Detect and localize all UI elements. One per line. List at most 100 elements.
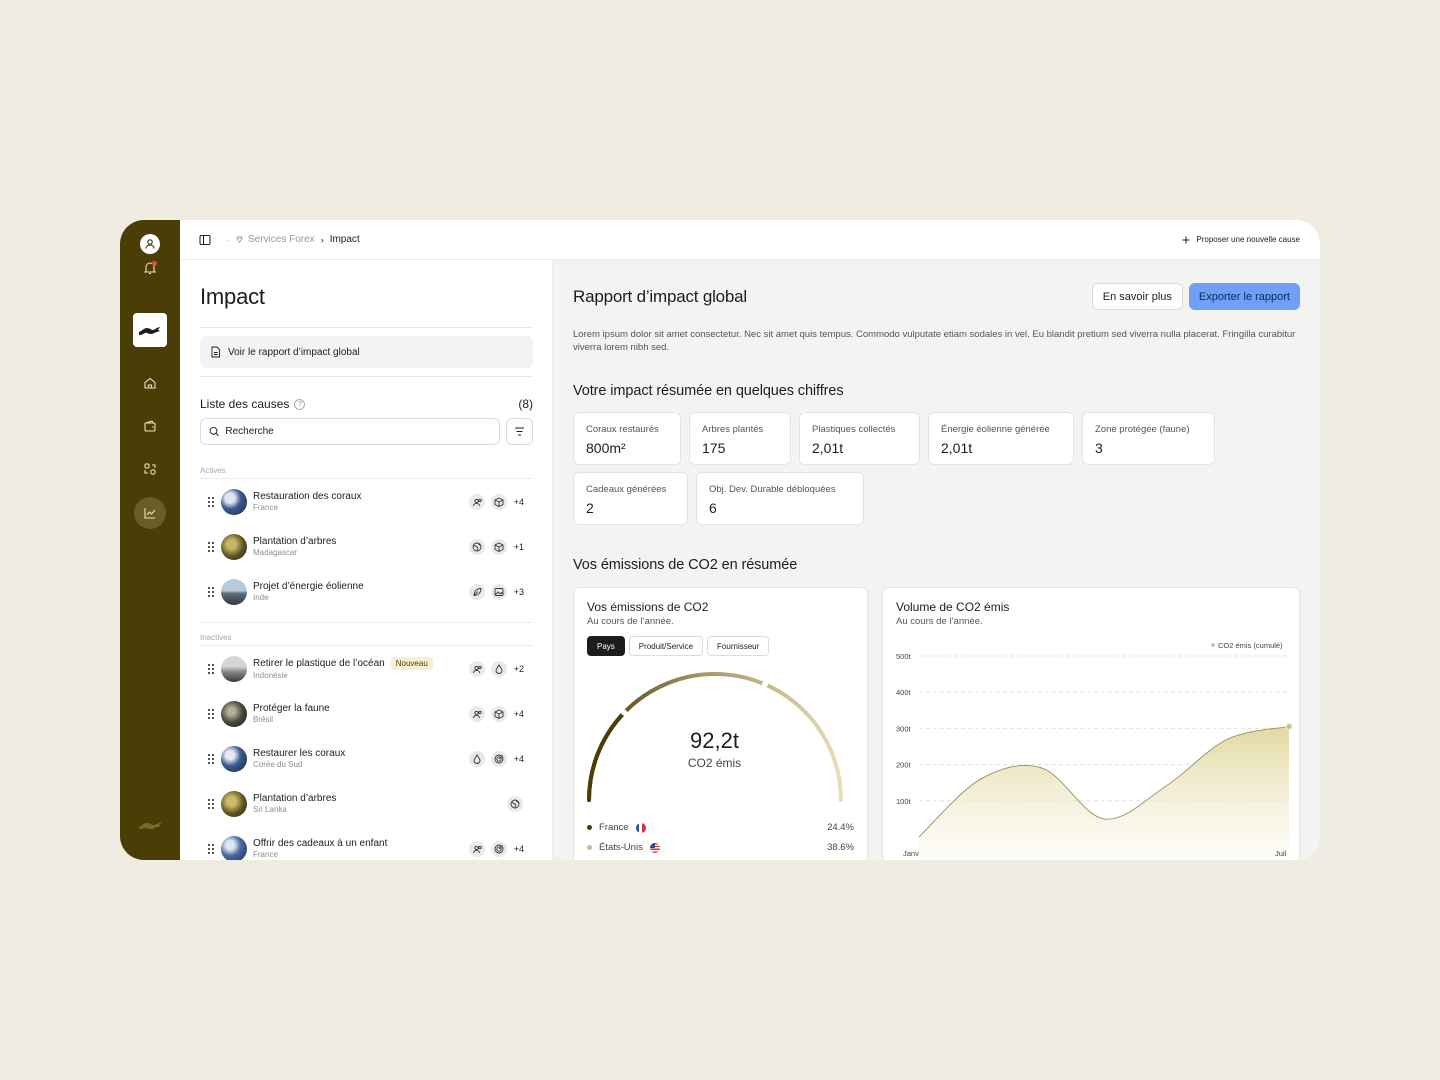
app-window: · Services Forex › Impact Proposer une n… <box>120 220 1320 860</box>
topbar: · Services Forex › Impact Proposer une n… <box>180 220 1320 260</box>
wallet-icon[interactable] <box>134 410 166 442</box>
emissions-title: Vos émissions de CO2 en résumée <box>573 557 798 573</box>
tab-produit-service[interactable]: Produit/Service <box>628 636 704 656</box>
help-icon[interactable]: ? <box>294 398 306 410</box>
y-tick-label: 200t <box>896 761 912 770</box>
stat-card: Arbres plantés 175 <box>689 412 791 465</box>
tags-more-count: +4 <box>513 843 524 854</box>
drag-handle-icon[interactable] <box>207 753 215 765</box>
cause-thumbnail <box>221 790 247 817</box>
area-fill <box>919 726 1289 857</box>
cause-name-row: Projet d’énergie éolienne <box>253 581 364 592</box>
cube-icon <box>489 537 508 556</box>
stat-label: Coraux restaurés <box>586 424 659 435</box>
learn-more-button[interactable]: En savoir plus <box>1091 283 1183 310</box>
report-header: Rapport d’impact global En savoir plus E… <box>573 283 1300 310</box>
cause-list-item[interactable]: Offrir des cadeaux à un enfant France +4 <box>200 826 533 860</box>
cause-name: Retirer le plastique de l’océan <box>253 658 385 669</box>
exchange-icon[interactable] <box>134 453 166 485</box>
propose-cause-label: Proposer une nouvelle cause <box>1196 235 1300 244</box>
tags-more-count: +1 <box>513 541 524 552</box>
legend-label: CO2 émis (cumulé) <box>1218 641 1283 650</box>
drag-handle-icon[interactable] <box>207 798 215 810</box>
filter-button[interactable] <box>506 418 533 445</box>
target-icon <box>489 839 508 858</box>
people-icon <box>467 704 486 723</box>
cause-name-row: Restaurer les coraux <box>253 748 345 759</box>
divider <box>200 622 533 623</box>
breadcrumb-org[interactable]: Services Forex <box>235 234 315 245</box>
cause-name: Projet d’énergie éolienne <box>253 581 364 592</box>
area-chart-card: Volume de CO2 émis Au cours de l’année. … <box>882 587 1300 860</box>
stats-grid: Coraux restaurés 800m² Arbres plantés 175… <box>573 412 1273 525</box>
inactive-group-label: Inactives <box>200 633 232 642</box>
cause-tags: +1 <box>467 537 524 556</box>
y-tick-label: 400t <box>896 688 912 697</box>
cause-name: Offrir des cadeaux à un enfant <box>253 838 388 849</box>
people-icon <box>467 839 486 858</box>
stat-label: Énergie éolienne générée <box>941 424 1050 435</box>
stat-card: Cadeaux générées 2 <box>573 472 688 525</box>
sidebar-rail <box>120 220 180 860</box>
analytics-icon[interactable] <box>134 497 166 529</box>
cause-list-item[interactable]: Retirer le plastique de l’océan Nouveau … <box>200 646 533 691</box>
main-area: · Services Forex › Impact Proposer une n… <box>180 220 1320 860</box>
brand-logo[interactable] <box>133 313 167 347</box>
cause-list-item[interactable]: Projet d’énergie éolienne Inde +3 <box>200 569 533 614</box>
cause-name: Restaurer les coraux <box>253 748 346 759</box>
cause-location: Indonésie <box>253 671 288 680</box>
cause-text: Plantation d’arbres Madagascar <box>253 536 336 557</box>
user-icon[interactable] <box>140 234 160 254</box>
tab-fournisseur[interactable]: Fournisseur <box>707 636 770 656</box>
tab-pays[interactable]: Pays <box>587 636 625 656</box>
legend-bullet <box>587 845 592 850</box>
cause-list-item[interactable]: Restauration des coraux France +4 <box>200 479 533 524</box>
drag-handle-icon[interactable] <box>207 843 215 855</box>
sidebar-toggle-icon[interactable] <box>198 233 212 247</box>
x-tick-label: Juil <box>1275 849 1287 858</box>
home-icon[interactable] <box>134 367 166 399</box>
diamond-icon <box>236 235 243 244</box>
cause-list-item[interactable]: Protéger la faune Brésil +4 <box>200 691 533 736</box>
bird-logo-icon <box>136 816 164 834</box>
stat-value: 6 <box>709 500 717 516</box>
gauge-card: Vos émissions de CO2 Au cours de l’année… <box>573 587 868 860</box>
globe-icon <box>506 794 524 813</box>
plus-icon <box>1182 236 1190 243</box>
cause-thumbnail <box>221 700 247 727</box>
cause-text: Offrir des cadeaux à un enfant France <box>253 838 387 859</box>
data-point[interactable] <box>1285 722 1293 731</box>
legend-country: États-Unis <box>599 842 643 853</box>
cause-list-item[interactable]: Plantation d’arbres Sri Lanka <box>200 781 533 826</box>
chevron-right-icon: › <box>320 234 324 245</box>
propose-cause-button[interactable]: Proposer une nouvelle cause <box>1182 235 1300 244</box>
drag-handle-icon[interactable] <box>207 708 215 720</box>
tags-more-count: +4 <box>513 708 524 719</box>
cause-list-item[interactable]: Plantation d’arbres Madagascar +1 <box>200 524 533 569</box>
cause-name-row: Plantation d’arbres <box>253 793 336 804</box>
cause-list-item[interactable]: Restaurer les coraux Corée du Sud +4 <box>200 736 533 781</box>
drop-icon <box>489 659 508 678</box>
bell-icon[interactable] <box>142 260 158 276</box>
cause-name-row: Offrir des cadeaux à un enfant <box>253 838 387 849</box>
legend-percentage: 24.4% <box>827 822 854 833</box>
search-icon <box>209 426 219 437</box>
gauge-legend-row: États-Unis 38.6% <box>587 842 854 853</box>
search-input[interactable] <box>225 426 491 437</box>
view-global-report-button[interactable]: Voir le rapport d’impact global <box>200 336 533 368</box>
cause-location: France <box>253 503 278 512</box>
drag-handle-icon[interactable] <box>207 541 215 553</box>
drag-handle-icon[interactable] <box>207 586 215 598</box>
stat-card: Énergie éolienne générée 2,01t <box>928 412 1074 465</box>
cause-tags: +4 <box>467 839 524 858</box>
cause-name: Restauration des coraux <box>253 491 362 502</box>
drag-handle-icon[interactable] <box>207 496 215 508</box>
cause-location: Sri Lanka <box>253 805 287 814</box>
stat-label: Arbres plantés <box>702 424 764 435</box>
cause-thumbnail <box>221 488 247 515</box>
export-report-button[interactable]: Exporter le rapport <box>1188 283 1300 310</box>
drag-handle-icon[interactable] <box>207 663 215 675</box>
y-tick-label: 100t <box>896 797 912 806</box>
cause-text: Restauration des coraux France <box>253 491 361 512</box>
leaf-icon <box>467 582 486 601</box>
